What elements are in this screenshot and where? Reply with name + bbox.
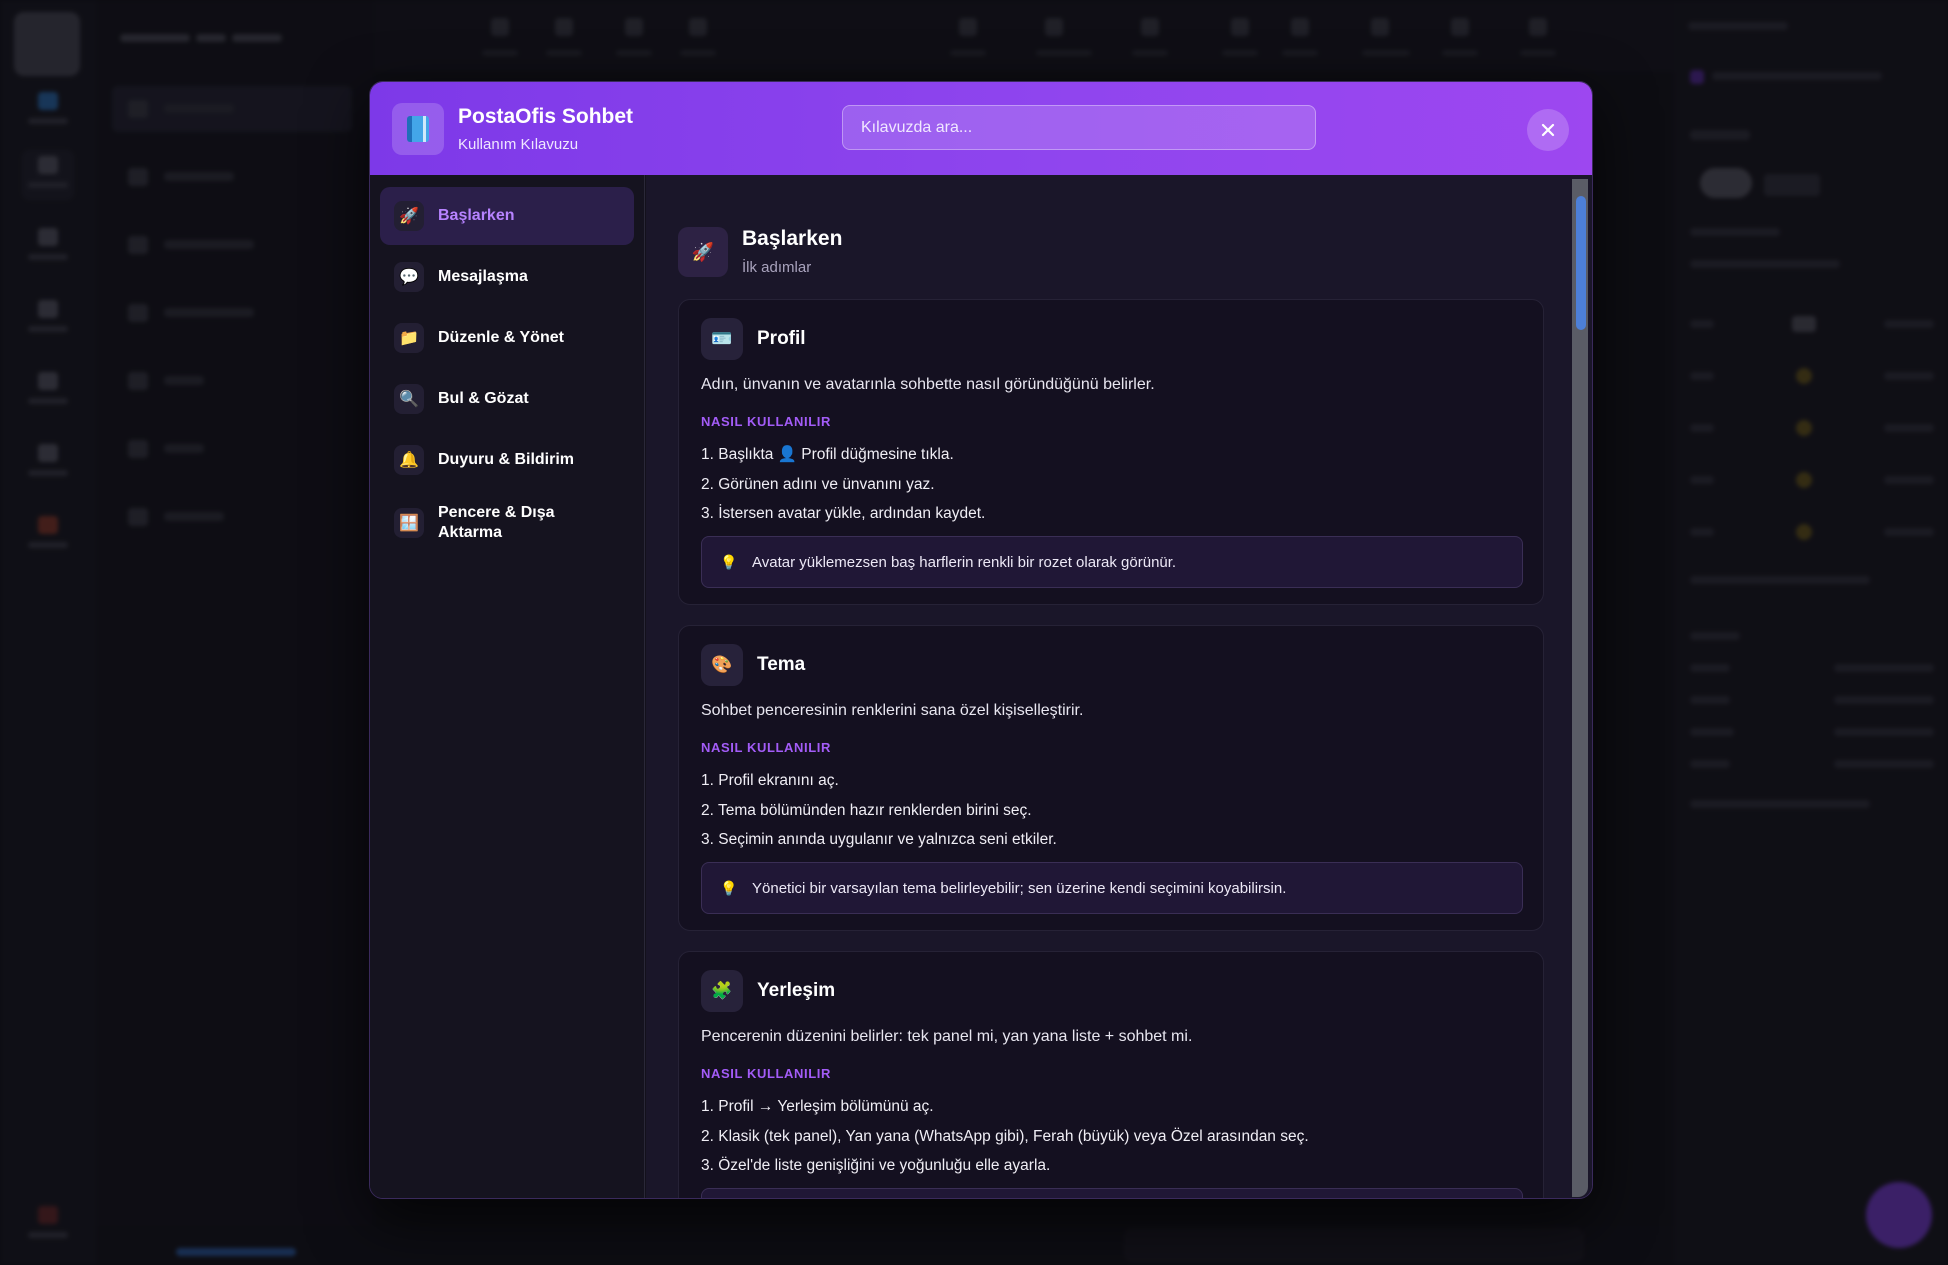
nav-item-label: Duyuru & Bildirim — [438, 451, 575, 468]
section-title: Başlarken — [742, 227, 843, 250]
tip-text: Avatar yüklemezsen baş harflerin renkli … — [752, 553, 1177, 571]
card-step: 2. Klasik (tek panel), Yan yana (WhatsAp… — [701, 1127, 1309, 1145]
card-step: 3. İstersen avatar yükle, ardından kayde… — [701, 505, 986, 522]
card-step: 1. Profil → Yerleşim bölümünü aç. — [701, 1098, 934, 1115]
guide-search-input[interactable] — [842, 105, 1316, 150]
guide-modal: PostaOfis Sohbet Kullanım Kılavuzu 🚀 Baş… — [369, 81, 1593, 1199]
card-step: 3. Özel'de liste genişliğini ve yoğunluğ… — [701, 1157, 1051, 1174]
content-scrollbar-thumb[interactable] — [1576, 196, 1586, 330]
close-icon — [1541, 123, 1555, 137]
content-scrollbar[interactable] — [1572, 179, 1588, 1197]
card-step: 2. Tema bölümünden hazır renklerden biri… — [701, 801, 1032, 819]
nav-item-label: Düzenle & Yönet — [438, 329, 564, 346]
guide-card-yerlesim: 🧩 Yerleşim Pencerenin düzenini belirler:… — [678, 951, 1544, 1198]
nav-item-label: Pencere & Dışa Aktarma — [438, 504, 555, 541]
card-description: Adın, ünvanın ve avatarınla sohbette nas… — [701, 376, 1155, 393]
guide-card-profil: 🪪 Profil Adın, ünvanın ve avatarınla soh… — [678, 299, 1544, 605]
card-title: Yerleşim — [757, 980, 836, 1001]
book-icon — [392, 103, 444, 155]
card-tip: 💡 Avatar yüklemezsen baş harflerin renkl… — [701, 536, 1523, 588]
card-howto-label: NASIL KULLANILIR — [701, 414, 831, 429]
bell-icon: 🔔 — [394, 445, 424, 475]
section-subtitle: İlk adımlar — [742, 259, 812, 276]
card-step: 3. Seçimin anında uygulanır ve yalnızca … — [701, 831, 1057, 848]
modal-title: PostaOfis Sohbet — [458, 105, 634, 128]
id-card-icon: 🪪 — [701, 318, 743, 360]
folder-icon: 📁 — [394, 323, 424, 353]
puzzle-icon: 🧩 — [701, 970, 743, 1012]
card-tip: 💡 Yönetici bir varsayılan tema belirleye… — [701, 862, 1523, 914]
card-title: Profil — [757, 328, 806, 349]
modal-subtitle: Kullanım Kılavuzu — [458, 136, 579, 153]
lightbulb-icon: 💡 — [720, 879, 738, 896]
card-howto-label: NASIL KULLANILIR — [701, 1066, 831, 1081]
guide-content: 🚀 Başlarken İlk adımlar 🪪 Profil Adın, ü… — [646, 175, 1592, 1198]
modal-header: PostaOfis Sohbet Kullanım Kılavuzu — [370, 82, 1592, 175]
card-tip — [701, 1188, 1523, 1198]
card-steps: 1. Profil → Yerleşim bölümünü aç. 2. Kla… — [701, 1092, 1521, 1181]
card-step: 1. Profil ekranını aç. — [701, 772, 839, 789]
window-icon: 🪟 — [394, 508, 424, 538]
nav-item-bul-gozat[interactable]: 🔍 Bul & Gözat — [380, 370, 634, 428]
card-steps: 1. Profil ekranını aç. 2. Tema bölümünde… — [701, 766, 1521, 855]
tip-text: Yönetici bir varsayılan tema belirleyebi… — [752, 879, 1287, 897]
guide-card-tema: 🎨 Tema Sohbet penceresinin renklerini sa… — [678, 625, 1544, 931]
magnifier-icon: 🔍 — [394, 384, 424, 414]
card-title: Tema — [757, 654, 806, 675]
lightbulb-icon: 💡 — [720, 553, 738, 570]
nav-item-label: Başlarken — [438, 207, 515, 224]
nav-item-duyuru-bildirim[interactable]: 🔔 Duyuru & Bildirim — [380, 431, 634, 489]
close-button[interactable] — [1527, 109, 1569, 151]
nav-item-baslarken[interactable]: 🚀 Başlarken — [380, 187, 634, 245]
rocket-icon: 🚀 — [394, 201, 424, 231]
card-description: Pencerenin düzenini belirler: tek panel … — [701, 1028, 1193, 1045]
nav-item-pencere-disa-aktarma[interactable]: 🪟 Pencere & Dışa Aktarma — [380, 492, 634, 554]
nav-item-label: Bul & Gözat — [438, 390, 529, 407]
nav-item-duzenle-yonet[interactable]: 📁 Düzenle & Yönet — [380, 309, 634, 367]
rocket-icon: 🚀 — [678, 227, 728, 277]
card-description: Sohbet penceresinin renklerini sana özel… — [701, 702, 1084, 719]
nav-item-mesajlasma[interactable]: 💬 Mesajlaşma — [380, 248, 634, 306]
card-steps: 1. Başlıkta 👤 Profil düğmesine tıkla. 2.… — [701, 440, 1521, 529]
guide-nav: 🚀 Başlarken 💬 Mesajlaşma 📁 Düzenle & Yön… — [370, 175, 645, 1198]
card-step: 1. Başlıkta 👤 Profil düğmesine tıkla. — [701, 446, 954, 463]
speech-bubble-icon: 💬 — [394, 262, 424, 292]
card-step: 2. Görünen adını ve ünvanını yaz. — [701, 475, 935, 493]
palette-icon: 🎨 — [701, 644, 743, 686]
card-howto-label: NASIL KULLANILIR — [701, 740, 831, 755]
nav-item-label: Mesajlaşma — [438, 268, 528, 285]
